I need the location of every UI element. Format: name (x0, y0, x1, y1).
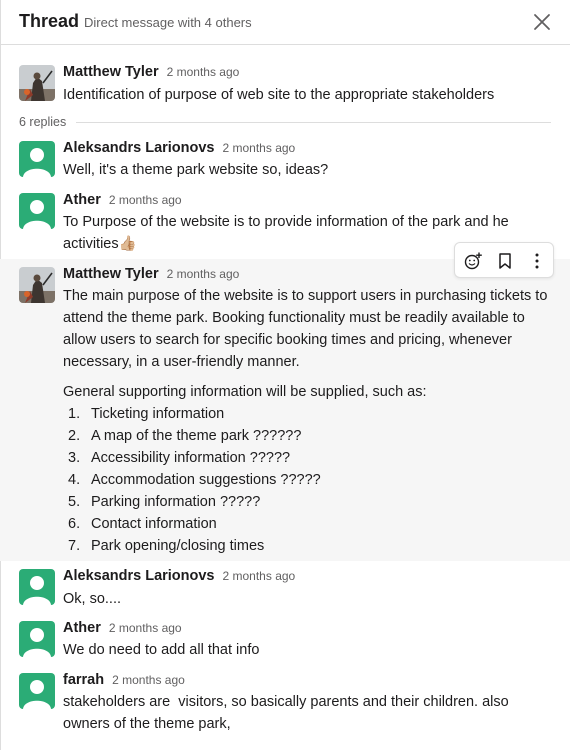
avatar[interactable] (19, 673, 55, 709)
thread-subtitle: Direct message with 4 others (84, 15, 252, 30)
message-actions-toolbar (454, 242, 554, 278)
message-author-line: Matthew Tyler 2 months ago (63, 266, 239, 282)
message-author-line: Aleksandrs Larionovs 2 months ago (63, 568, 295, 584)
author-name[interactable]: Ather (63, 620, 101, 636)
avatar[interactable] (19, 193, 55, 229)
default-avatar-icon (23, 200, 51, 229)
message-text: stakeholders are visitors, so basically … (63, 694, 513, 732)
timestamp[interactable]: 2 months ago (167, 65, 240, 79)
timestamp[interactable]: 2 months ago (223, 569, 296, 583)
list-item: 1. Ticketing information (68, 406, 225, 422)
more-actions-icon[interactable] (526, 250, 548, 272)
list-item: 6. Contact information (68, 516, 217, 532)
list-item: 5. Parking information ????? (68, 494, 261, 510)
avatar[interactable] (19, 141, 55, 177)
list-item: 2. A map of the theme park ?????? (68, 428, 302, 444)
replies-count: 6 replies (19, 115, 67, 129)
avatar[interactable] (19, 267, 55, 303)
message-text: Ok, so.... (63, 591, 122, 607)
timestamp[interactable]: 2 months ago (223, 141, 296, 155)
avatar[interactable] (19, 569, 55, 605)
reply-message-hovered: Matthew Tyler 2 months ago The main purpo… (0, 259, 570, 561)
message-author-line: Ather 2 months ago (63, 192, 182, 208)
message-author-line: Ather 2 months ago (63, 620, 182, 636)
list-item: 7. Park opening/closing times (68, 538, 265, 554)
author-name[interactable]: Matthew Tyler (63, 266, 159, 282)
list-item: 4. Accommodation suggestions ????? (68, 472, 321, 488)
close-icon[interactable] (531, 11, 553, 33)
timestamp[interactable]: 2 months ago (112, 673, 185, 687)
default-avatar-icon (23, 628, 51, 657)
reply-message: Ather 2 months ago We do need to add all … (0, 613, 570, 665)
avatar[interactable] (19, 621, 55, 657)
warrior-avatar-image (19, 65, 55, 101)
reply-message: Aleksandrs Larionovs 2 months ago Well, i… (0, 133, 570, 183)
info-list: 1. Ticketing information 2. A map of the t… (63, 403, 321, 557)
default-avatar-icon (23, 680, 51, 709)
message-text: We do need to add all that info (63, 642, 260, 658)
reply-message: farrah 2 months ago stakeholders are visi… (0, 665, 570, 745)
author-name[interactable]: Aleksandrs Larionovs (63, 140, 215, 156)
add-reaction-icon[interactable] (462, 250, 484, 272)
reply-message: Aleksandrs Larionovs 2 months ago Ok, so.… (0, 561, 570, 613)
message-text: Well, it's a theme park website so, idea… (63, 162, 329, 178)
timestamp[interactable]: 2 months ago (109, 621, 182, 635)
thread-header: Thread Direct message with 4 others (0, 0, 570, 45)
list-item: 3. Accessibility information ????? (68, 450, 291, 466)
message-author-line: Matthew Tyler 2 months ago (63, 64, 239, 80)
author-name[interactable]: Matthew Tyler (63, 64, 159, 80)
thread-title: Thread (19, 11, 80, 31)
thumbs-up-emoji: 👍🏼 (118, 236, 137, 252)
author-name[interactable]: Aleksandrs Larionovs (63, 568, 215, 584)
parent-message: Matthew Tyler 2 months ago Identification… (0, 46, 570, 111)
message-author-line: farrah 2 months ago (63, 672, 185, 688)
default-avatar-icon (23, 148, 51, 177)
author-name[interactable]: farrah (63, 672, 104, 688)
message-text: The main purpose of the website is to su… (63, 288, 548, 370)
bookmark-icon[interactable] (494, 250, 516, 272)
timestamp[interactable]: 2 months ago (109, 193, 182, 207)
message-text-secondary: General supporting information will be s… (63, 384, 427, 400)
warrior-avatar-image (19, 267, 55, 303)
message-text: Identification of purpose of web site to… (63, 87, 495, 103)
message-author-line: Aleksandrs Larionovs 2 months ago (63, 140, 295, 156)
author-name[interactable]: Ather (63, 192, 101, 208)
avatar[interactable] (19, 65, 55, 101)
replies-divider (76, 122, 551, 123)
default-avatar-icon (23, 576, 51, 605)
timestamp[interactable]: 2 months ago (167, 267, 240, 281)
